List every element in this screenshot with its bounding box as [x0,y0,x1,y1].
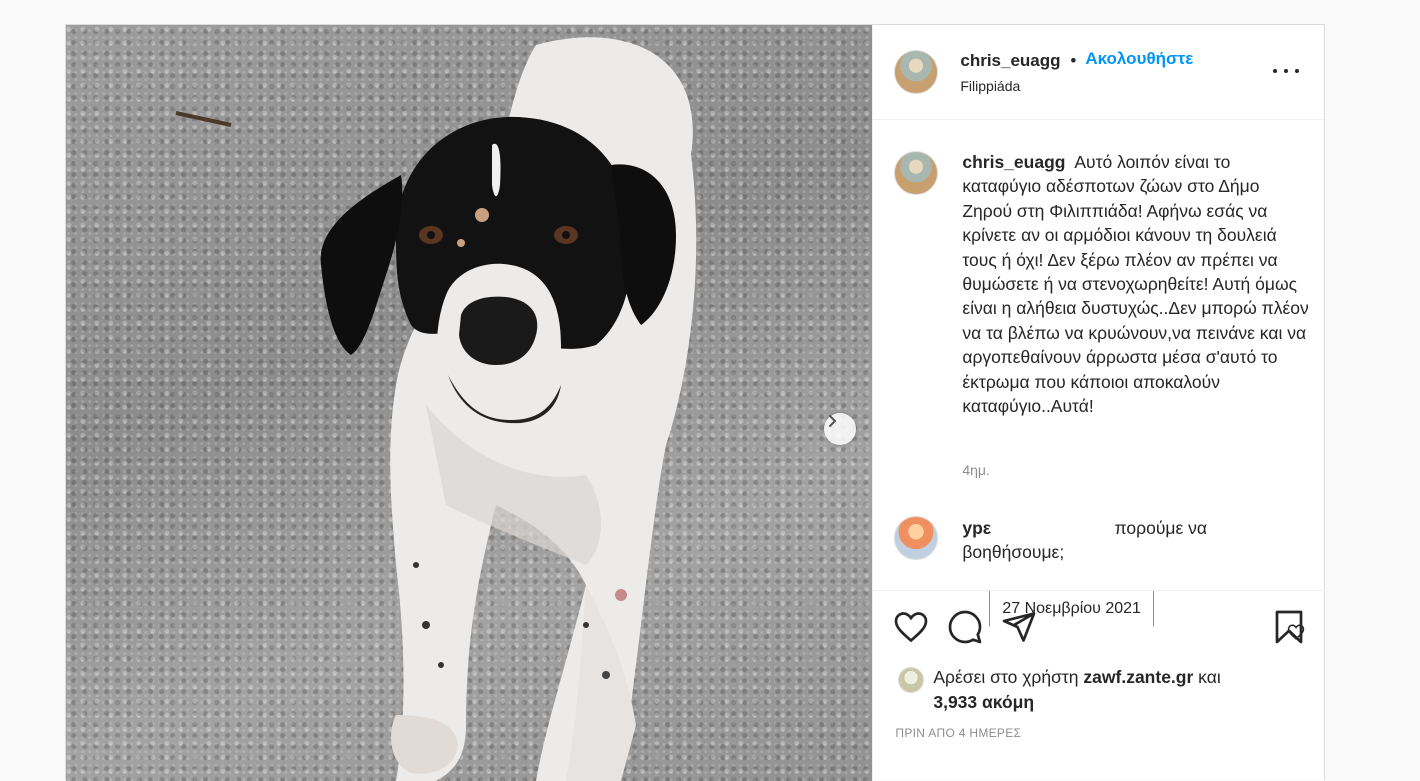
comments-section: chris_euagg Αυτό λοιπόν είναι το καταφύγ… [873,120,1324,640]
action-bar [873,590,1326,665]
post-photo[interactable] [66,25,873,781]
post-side-panel: chris_euagg • Ακολουθήστε Filippiáda chr… [872,25,1326,781]
commenter-username[interactable]: ypε [962,518,991,538]
bookmark-icon[interactable] [1271,609,1307,650]
author-username[interactable]: chris_euagg [960,51,1060,71]
dog-photo [175,37,697,781]
share-icon[interactable] [1001,609,1037,650]
post-header: chris_euagg • Ακολουθήστε Filippiáda [873,25,1324,120]
post-location[interactable]: Filippiáda [960,78,1020,94]
comment: ypε xxxxxxxxxxxxx πορούμε να βοηθήσουμε; [962,518,1208,563]
chevron-right-icon [829,415,837,427]
liker-avatar[interactable] [898,667,925,693]
likes-count[interactable]: 3,933 ακόμη [933,692,1034,712]
author-avatar[interactable] [894,50,939,94]
comment-icon[interactable] [947,609,983,650]
post-card: chris_euagg • Ακολουθήστε Filippiáda chr… [65,24,1326,781]
caption-time[interactable]: 4ημ. [962,462,990,478]
follow-button[interactable]: Ακολουθήστε [1085,49,1193,69]
heart-icon[interactable] [893,609,929,650]
liker-username[interactable]: zawf.zante.gr [1083,667,1193,687]
commenter-avatar[interactable] [894,516,939,560]
likes-text: Αρέσει στο χρήστη zawf.zante.gr και 3,93… [933,667,1221,712]
caption-author-avatar[interactable] [894,151,939,195]
caption-text: Αυτό λοιπόν είναι το καταφύγιο αδέσποτων… [962,152,1309,417]
caption-username[interactable]: chris_euagg [962,152,1065,172]
post-caption: chris_euagg Αυτό λοιπόν είναι το καταφύγ… [962,150,1312,418]
separator-dot: • [1070,51,1077,70]
more-options-icon[interactable] [1273,61,1300,81]
next-photo-button[interactable] [824,413,856,445]
posted-date[interactable]: ΠΡΙΝ ΑΠΟ 4 ΗΜΕΡΕΣ [895,726,1021,740]
